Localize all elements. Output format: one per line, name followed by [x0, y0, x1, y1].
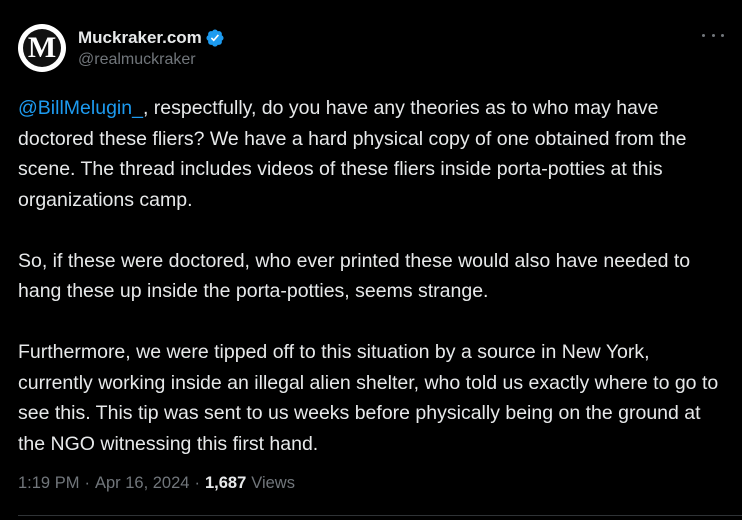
tweet-paragraph-1: @BillMelugin_, respectfully, do you have…: [18, 93, 726, 215]
avatar-logo: M: [23, 29, 61, 67]
views-count[interactable]: 1,687: [205, 474, 246, 493]
more-options-icon[interactable]: [702, 28, 724, 42]
tweet-header: M Muckraker.com @realmuckraker: [18, 24, 225, 72]
more-dot: [702, 33, 705, 37]
mention-link[interactable]: @BillMelugin_: [18, 97, 143, 119]
tweet-paragraph-2: So, if these were doctored, who ever pri…: [18, 249, 691, 303]
display-name-row: Muckraker.com: [78, 28, 225, 48]
tweet-card: M Muckraker.com @realmuckraker @BillMelu…: [0, 0, 742, 520]
verified-badge-icon: [206, 28, 224, 47]
tweet-paragraph-3: Furthermore, we were tipped off to this …: [18, 341, 719, 455]
tweet-time[interactable]: 1:19 PM: [18, 474, 79, 493]
meta-separator: ·: [194, 474, 200, 492]
tweet-meta: 1:19 PM · Apr 16, 2024 · 1,687 Views: [18, 474, 295, 493]
avatar-letter: M: [27, 31, 57, 64]
author-names: Muckraker.com @realmuckraker: [78, 28, 225, 69]
more-dot: [721, 33, 724, 37]
avatar[interactable]: M: [18, 24, 66, 72]
tweet-text: @BillMelugin_, respectfully, do you have…: [18, 93, 726, 459]
tweet-date[interactable]: Apr 16, 2024: [95, 474, 190, 493]
divider: [18, 515, 742, 516]
author-handle[interactable]: @realmuckraker: [78, 51, 225, 69]
more-dot: [711, 33, 715, 37]
display-name[interactable]: Muckraker.com: [78, 28, 202, 48]
meta-separator: ·: [84, 474, 90, 492]
views-label: Views: [251, 474, 295, 492]
